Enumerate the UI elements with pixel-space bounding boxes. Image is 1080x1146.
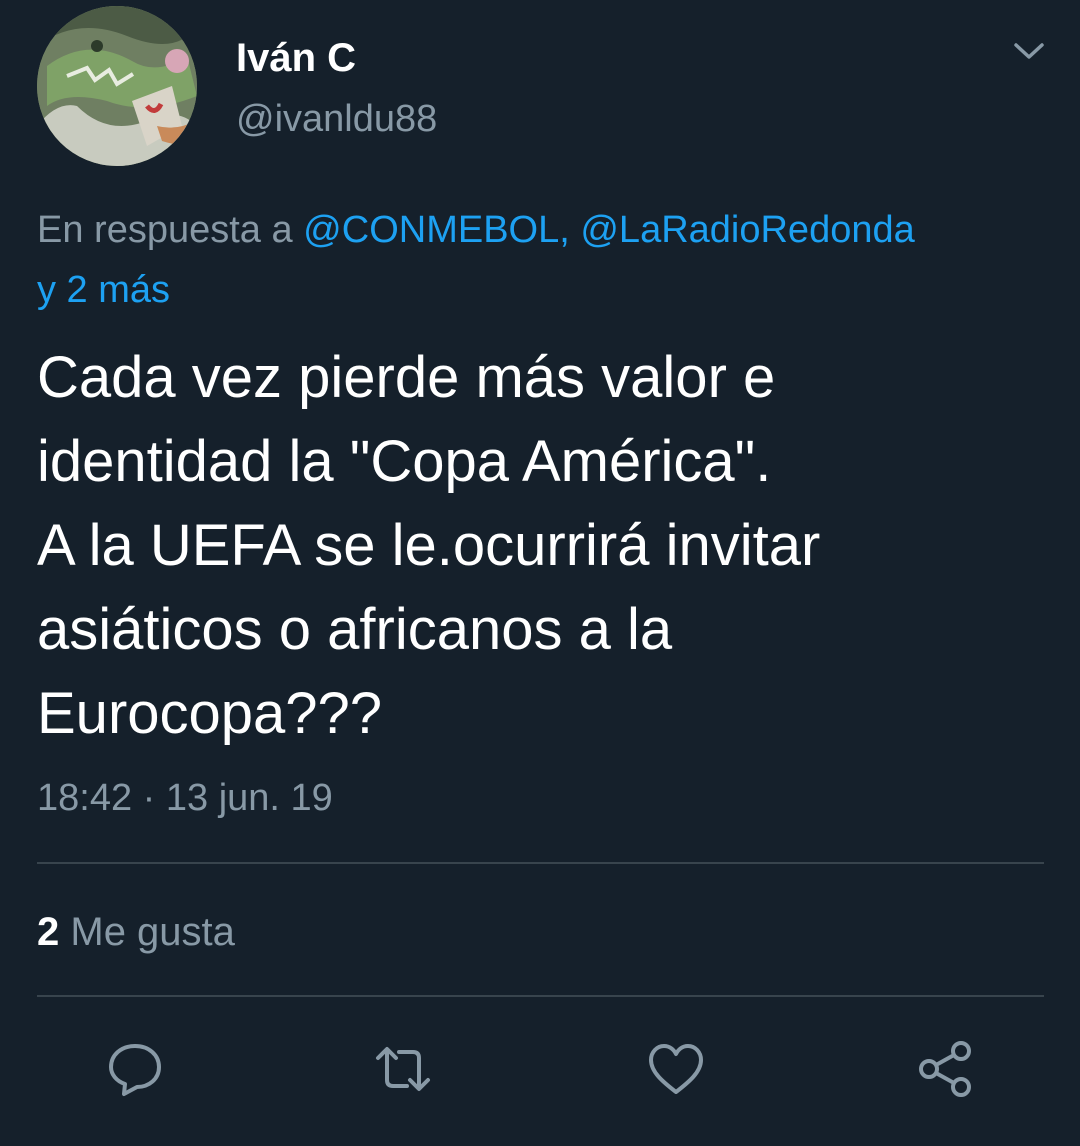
likes-label: Me gusta xyxy=(70,910,235,954)
divider xyxy=(37,862,1044,864)
share-icon[interactable] xyxy=(912,1036,978,1102)
likes-count: 2 xyxy=(37,910,60,954)
tweet-text: Cada vez pierde más valor e identidad la… xyxy=(37,345,821,746)
heart-icon[interactable] xyxy=(643,1036,709,1102)
tweet-detail: Iván C @ivanldu88 En respuesta a @CONMEB… xyxy=(0,0,1080,1146)
chevron-down-icon[interactable] xyxy=(1008,30,1050,72)
likes-stat[interactable]: 2 Me gusta xyxy=(37,904,235,960)
tweet-timestamp[interactable]: 18:42 · 13 jun. 19 xyxy=(37,772,333,824)
reply-context: En respuesta a @CONMEBOL, @LaRadioRedond… xyxy=(37,200,1047,320)
author-display-name[interactable]: Iván C xyxy=(236,32,356,84)
reply-icon[interactable] xyxy=(102,1036,168,1102)
mention-link-laradioredonda[interactable]: @LaRadioRedonda xyxy=(580,209,914,251)
reply-prefix: En respuesta a xyxy=(37,209,293,251)
retweet-icon[interactable] xyxy=(370,1036,436,1102)
mention-link-conmebol[interactable]: @CONMEBOL, xyxy=(303,209,570,251)
author-handle[interactable]: @ivanldu88 xyxy=(236,94,437,144)
divider xyxy=(37,995,1044,997)
avatar[interactable] xyxy=(37,6,197,166)
more-mentions-link[interactable]: y 2 más xyxy=(37,269,170,311)
